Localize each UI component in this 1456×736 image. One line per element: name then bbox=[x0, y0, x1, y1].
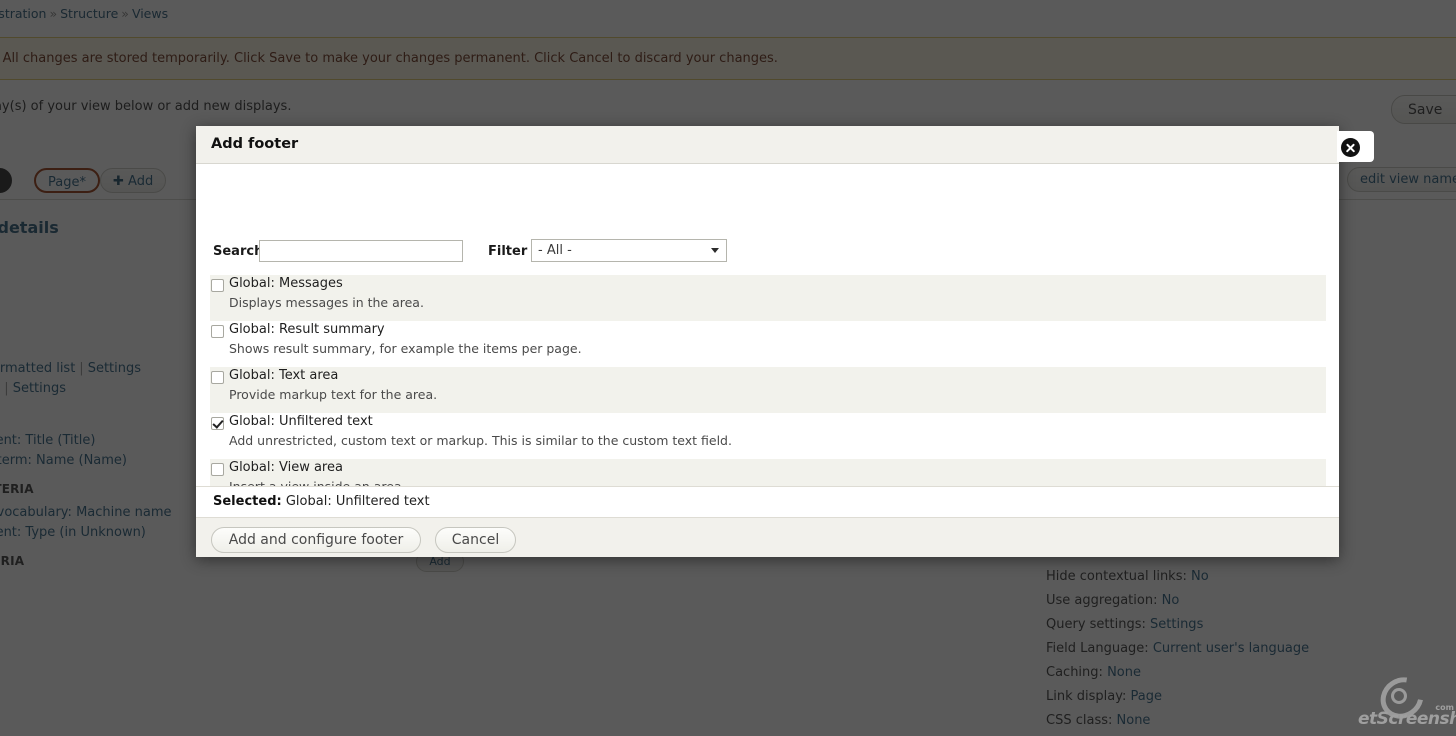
option-title: Global: View area bbox=[229, 460, 343, 475]
option-checkbox[interactable] bbox=[211, 463, 224, 476]
dialog-title: Add footer bbox=[211, 136, 299, 152]
jetscreenshot-watermark: com etScreenshot bbox=[1358, 668, 1456, 734]
list-item[interactable]: Global: Text area Provide markup text fo… bbox=[210, 367, 1326, 413]
filter-select-value: - All - bbox=[538, 243, 572, 258]
close-icon-glyph bbox=[1341, 138, 1360, 157]
list-item[interactable]: Global: Messages Displays messages in th… bbox=[210, 275, 1326, 321]
option-checkbox[interactable] bbox=[211, 371, 224, 384]
option-title: Global: Text area bbox=[229, 368, 339, 383]
selected-summary-text: Selected: Global: Unfiltered text bbox=[213, 494, 430, 509]
option-checkbox[interactable] bbox=[211, 279, 224, 292]
list-item[interactable]: Global: Unfiltered text Add unrestricted… bbox=[210, 413, 1326, 459]
add-footer-dialog: Add footer Search Filter - All - Global:… bbox=[196, 126, 1374, 557]
option-title: Global: Messages bbox=[229, 276, 343, 291]
option-title: Global: Unfiltered text bbox=[229, 414, 373, 429]
selected-label: Selected: bbox=[213, 494, 282, 509]
option-description: Displays messages in the area. bbox=[229, 295, 424, 310]
spiral-center-icon bbox=[1391, 688, 1407, 704]
option-checkbox[interactable] bbox=[211, 325, 224, 338]
dialog-action-bar: Add and configure footer Cancel bbox=[196, 517, 1339, 557]
search-input[interactable] bbox=[259, 240, 463, 262]
add-and-configure-footer-button[interactable]: Add and configure footer bbox=[211, 527, 421, 553]
dialog-body: Search Filter - All - Global: Messages D… bbox=[196, 164, 1339, 505]
search-label: Search bbox=[213, 244, 264, 259]
option-title: Global: Result summary bbox=[229, 322, 385, 337]
footer-options-list: Global: Messages Displays messages in th… bbox=[210, 275, 1326, 505]
watermark-text: etScreenshot bbox=[1358, 709, 1456, 729]
filter-label: Filter bbox=[488, 244, 528, 259]
filter-select[interactable]: - All - bbox=[531, 239, 727, 262]
list-item[interactable]: Global: Result summary Shows result summ… bbox=[210, 321, 1326, 367]
cancel-button[interactable]: Cancel bbox=[435, 527, 516, 553]
option-description: Add unrestricted, custom text or markup.… bbox=[229, 433, 732, 448]
selected-value: Global: Unfiltered text bbox=[285, 494, 430, 509]
selected-summary-bar: Selected: Global: Unfiltered text bbox=[196, 486, 1339, 517]
chevron-down-icon bbox=[711, 248, 719, 253]
close-icon[interactable] bbox=[1337, 131, 1374, 162]
option-checkbox[interactable] bbox=[211, 417, 224, 430]
option-description: Shows result summary, for example the it… bbox=[229, 341, 582, 356]
option-description: Provide markup text for the area. bbox=[229, 387, 438, 402]
dialog-titlebar: Add footer bbox=[196, 126, 1339, 164]
